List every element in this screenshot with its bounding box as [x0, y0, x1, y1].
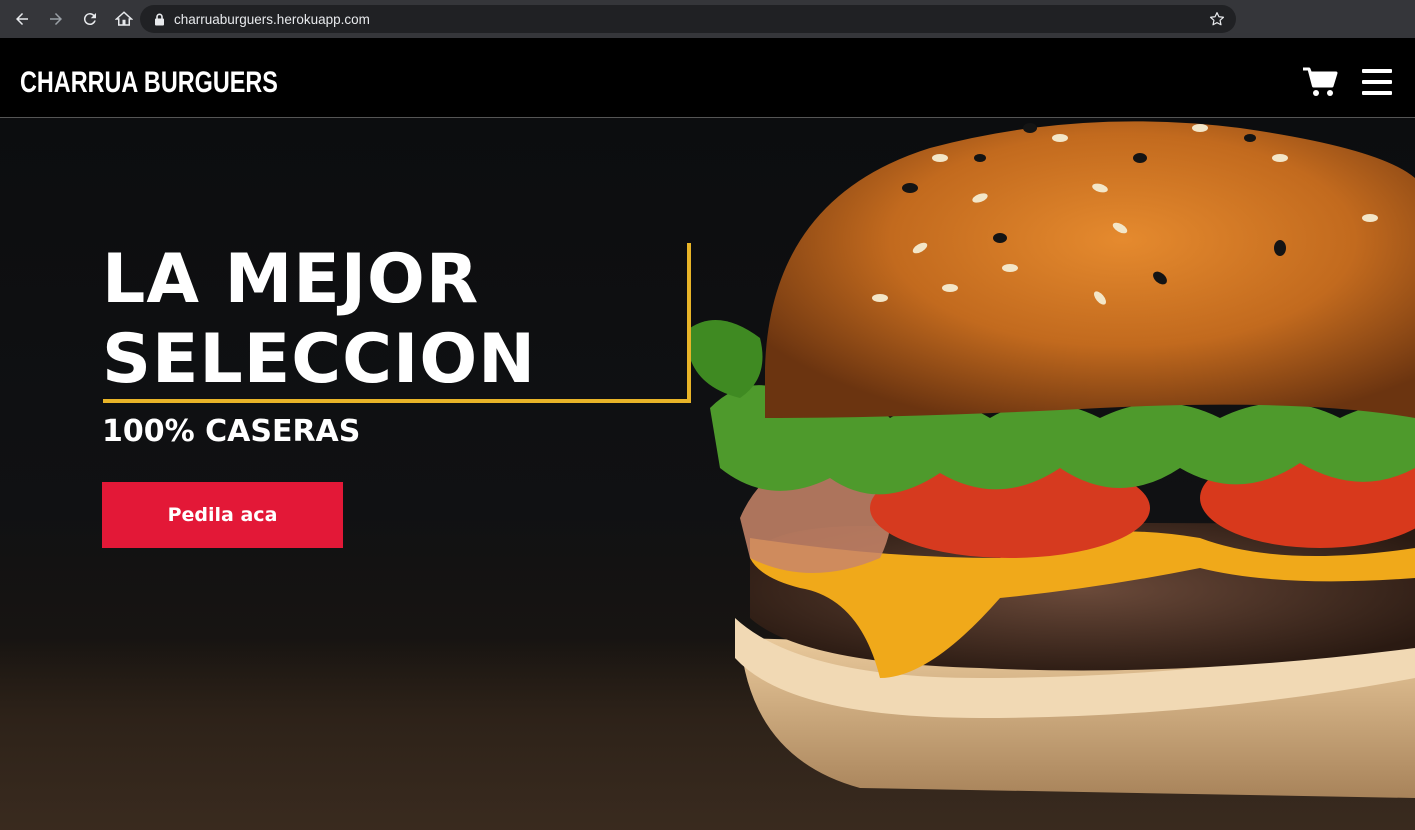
- subheadline: 100% CASERAS: [102, 414, 361, 449]
- browser-toolbar: charruaburguers.herokuapp.com: [0, 0, 1415, 38]
- star-icon[interactable]: [1208, 10, 1226, 28]
- headline-line-2: SELECCION: [102, 320, 537, 399]
- back-button[interactable]: [6, 3, 38, 35]
- hamburger-menu-icon: [1362, 69, 1392, 95]
- cart-icon: [1303, 67, 1338, 96]
- menu-button[interactable]: [1362, 68, 1392, 96]
- reload-button[interactable]: [74, 3, 106, 35]
- brand-logo[interactable]: CHARRUA BURGUERS: [20, 66, 278, 100]
- headline-line-1: LA MEJOR: [102, 240, 480, 319]
- burger-image: [690, 121, 1415, 798]
- site-header: CHARRUA BURGUERS: [0, 38, 1415, 118]
- cart-button[interactable]: [1302, 66, 1338, 98]
- address-bar[interactable]: charruaburguers.herokuapp.com: [140, 5, 1236, 33]
- url-text: charruaburguers.herokuapp.com: [174, 11, 370, 27]
- lock-icon: [154, 12, 166, 26]
- reload-icon: [83, 13, 96, 26]
- order-now-button[interactable]: Pedila aca: [102, 482, 343, 548]
- forward-icon: [50, 13, 62, 25]
- forward-button[interactable]: [40, 3, 72, 35]
- home-icon: [115, 11, 133, 26]
- home-button[interactable]: [108, 3, 140, 35]
- hero-section: LA MEJOR SELECCION 100% CASERAS Pedila a…: [0, 118, 1415, 830]
- back-icon: [16, 13, 28, 25]
